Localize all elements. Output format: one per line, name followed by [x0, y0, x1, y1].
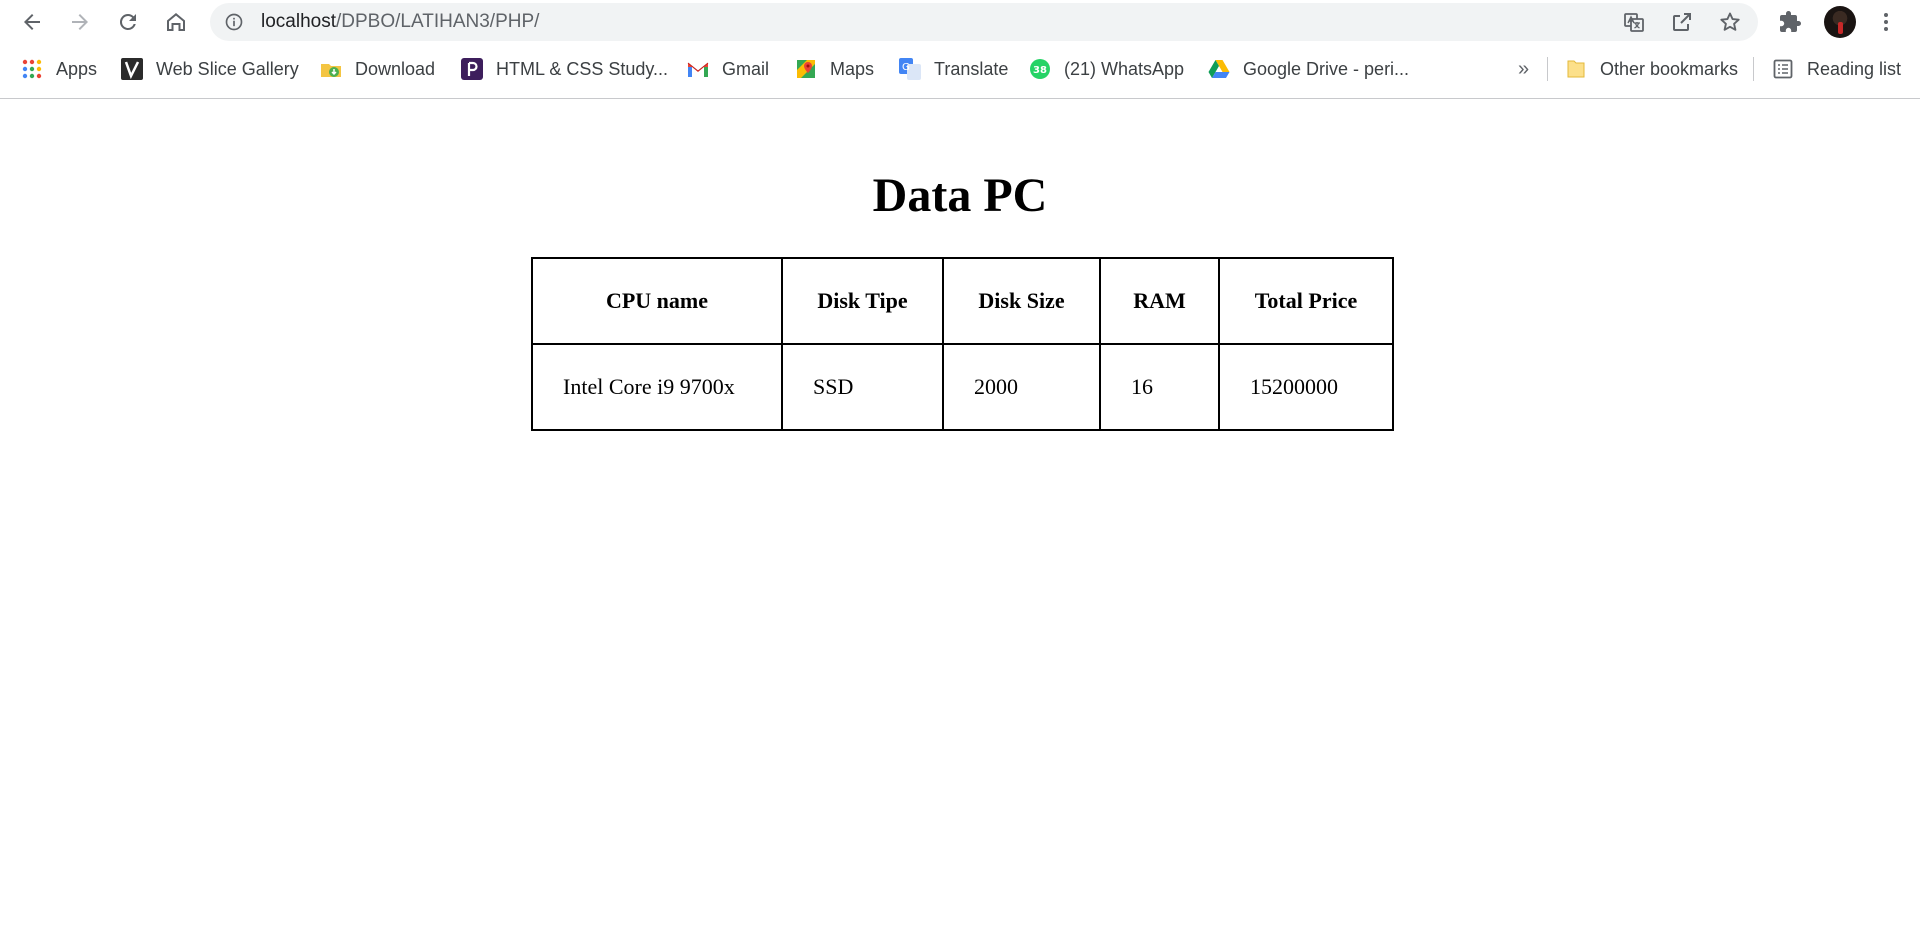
other-bookmarks-label: Other bookmarks	[1600, 58, 1739, 79]
bookmark-google-drive[interactable]: Google Drive - peri...	[1208, 49, 1409, 89]
reading-list[interactable]: Reading list	[1772, 49, 1901, 89]
reload-icon	[119, 13, 136, 30]
chrome-menu-button[interactable]	[1870, 6, 1902, 38]
forward-button[interactable]	[64, 6, 96, 38]
share-icon[interactable]	[1670, 10, 1694, 34]
whatsapp-badge: 38	[1033, 65, 1047, 76]
download-icon	[320, 58, 342, 80]
bookmarks-bar: Apps Web Slice Gallery Download HTML & C…	[0, 49, 1920, 89]
bookmarks-separator	[1753, 57, 1754, 81]
back-button[interactable]	[16, 6, 48, 38]
browser-toolbar: localhost/DPBO/LATIHAN3/PHP/	[0, 0, 1920, 44]
bookmark-label: Apps	[56, 58, 98, 79]
bookmark-translate[interactable]: G Translate	[899, 49, 1008, 89]
address-bar[interactable]: localhost/DPBO/LATIHAN3/PHP/	[210, 3, 1758, 41]
cell-ram: 16	[1099, 343, 1220, 431]
bookmark-maps[interactable]: Maps	[795, 49, 874, 89]
more-vert-icon	[1884, 13, 1888, 31]
toolbar-divider	[0, 98, 1920, 99]
other-bookmarks[interactable]: Other bookmarks	[1565, 49, 1738, 89]
puzzle-icon	[1780, 11, 1801, 32]
column-header-ram: RAM	[1099, 257, 1220, 345]
drive-icon	[1208, 58, 1230, 80]
svg-text:G: G	[902, 62, 910, 73]
web-slice-icon	[121, 58, 143, 80]
cell-disk-tipe: SSD	[781, 343, 944, 431]
folder-icon	[1565, 58, 1587, 80]
reload-button[interactable]	[112, 6, 144, 38]
column-header-disk-tipe: Disk Tipe	[781, 257, 944, 345]
whatsapp-icon: 38	[1029, 58, 1051, 80]
page-title: Data PC	[872, 169, 1048, 222]
arrow-right-icon	[72, 14, 88, 30]
bookmark-whatsapp[interactable]: 38 (21) WhatsApp	[1029, 49, 1184, 89]
reading-list-label: Reading list	[1807, 58, 1902, 79]
home-button[interactable]	[160, 6, 192, 38]
reading-list-icon	[1772, 58, 1794, 80]
table-header-row: CPU name Disk Tipe Disk Size RAM Total P…	[531, 257, 1394, 345]
bookmark-label: Google Drive - peri...	[1243, 58, 1410, 79]
maps-icon	[795, 58, 817, 80]
column-header-disk-size: Disk Size	[942, 257, 1101, 345]
bookmark-label: Web Slice Gallery	[156, 58, 299, 79]
bookmarks-overflow-button[interactable]: »	[1518, 49, 1529, 89]
bookmark-label: Maps	[830, 58, 875, 79]
bookmark-label: Gmail	[722, 58, 770, 79]
cell-cpu-name: Intel Core i9 9700x	[531, 343, 783, 431]
bookmark-download[interactable]: Download	[320, 49, 435, 89]
study-icon	[461, 58, 483, 80]
cell-total-price: 15200000	[1218, 343, 1394, 431]
extensions-button[interactable]	[1774, 6, 1806, 38]
translate-icon: G	[899, 58, 921, 80]
bookmark-label: Translate	[934, 58, 1009, 79]
table-row: Intel Core i9 9700x SSD 2000 16 15200000	[531, 343, 1394, 431]
arrow-left-icon	[24, 14, 40, 30]
translate-page-icon[interactable]	[1622, 10, 1646, 34]
url-host: localhost	[261, 11, 336, 32]
url-path: /DPBO/LATIHAN3/PHP/	[336, 11, 540, 32]
home-icon	[167, 13, 185, 31]
gmail-icon	[687, 58, 709, 80]
cell-disk-size: 2000	[942, 343, 1101, 431]
profile-avatar[interactable]	[1824, 6, 1856, 38]
bookmark-label: HTML & CSS Study...	[496, 58, 669, 79]
url-text[interactable]: localhost/DPBO/LATIHAN3/PHP/	[261, 3, 539, 41]
overflow-chevron: »	[1518, 57, 1530, 80]
bookmark-html-css-study[interactable]: HTML & CSS Study...	[461, 49, 668, 89]
bookmark-gmail[interactable]: Gmail	[687, 49, 769, 89]
column-header-cpu-name: CPU name	[531, 257, 783, 345]
bookmark-label: (21) WhatsApp	[1064, 58, 1185, 79]
bookmark-web-slice-gallery[interactable]: Web Slice Gallery	[121, 49, 299, 89]
apps-grid-icon	[21, 58, 43, 80]
bookmarks-separator	[1547, 57, 1548, 81]
pc-data-table: CPU name Disk Tipe Disk Size RAM Total P…	[531, 257, 1394, 431]
bookmark-label: Download	[355, 58, 436, 79]
bookmark-star-icon[interactable]	[1718, 10, 1742, 34]
bookmark-apps[interactable]: Apps	[21, 49, 97, 89]
site-info-icon[interactable]	[224, 12, 244, 32]
column-header-total-price: Total Price	[1218, 257, 1394, 345]
